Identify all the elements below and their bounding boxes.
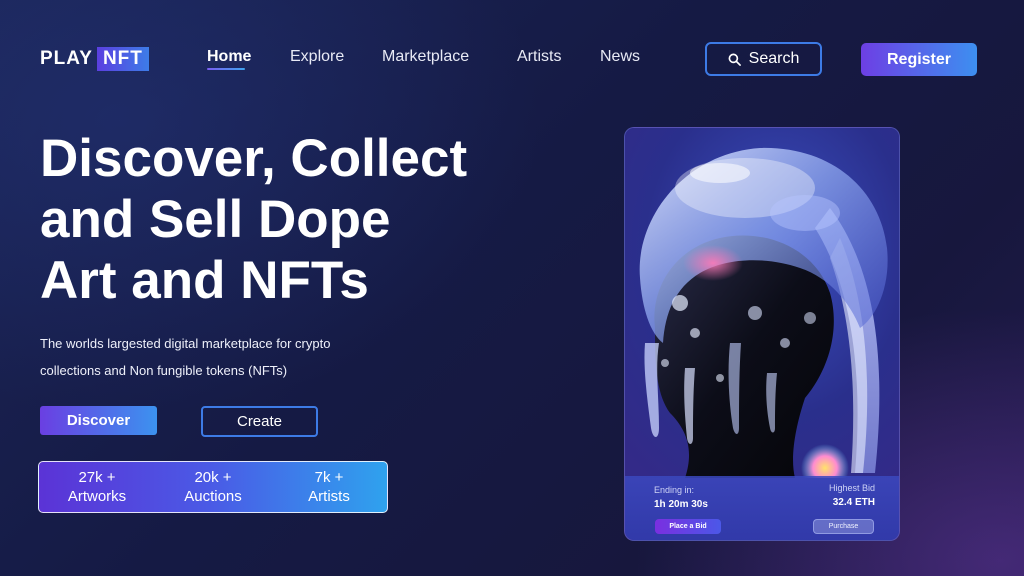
nft-artwork-image xyxy=(625,128,899,478)
stat-value: 7k + xyxy=(314,469,344,486)
search-icon xyxy=(728,53,741,66)
logo-nft-badge: NFT xyxy=(96,47,149,71)
headline-line: Discover, Collect xyxy=(40,129,468,188)
subtitle-line: The worlds largested digital marketplace… xyxy=(40,336,331,351)
hero-headline: Discover, Collect and Sell Dope Art and … xyxy=(40,128,520,311)
search-button[interactable]: Search xyxy=(705,42,822,76)
ending-label: Ending in: xyxy=(654,485,695,495)
discover-button[interactable]: Discover xyxy=(40,406,157,435)
stats-panel: 27k + Artworks 20k + Auctions 7k + Artis… xyxy=(38,461,388,513)
purchase-button[interactable]: Purchase xyxy=(813,519,874,534)
register-button[interactable]: Register xyxy=(861,43,977,76)
headline-line: Art and NFTs xyxy=(40,251,369,310)
ending-countdown: 1h 20m 30s xyxy=(654,499,708,510)
create-button[interactable]: Create xyxy=(201,406,318,437)
logo[interactable]: PLAY NFT xyxy=(40,47,149,71)
nav-active-indicator xyxy=(207,68,245,70)
nav-home[interactable]: Home xyxy=(207,48,251,66)
nav-explore[interactable]: Explore xyxy=(290,48,344,66)
nft-card[interactable]: Ending in: 1h 20m 30s Highest Bid 32.4 E… xyxy=(624,127,900,541)
subtitle-line: collections and Non fungible tokens (NFT… xyxy=(40,363,288,378)
hero-subtitle: The worlds largested digital marketplace… xyxy=(40,330,420,384)
place-bid-button[interactable]: Place a Bid xyxy=(655,519,721,534)
headline-line: and Sell Dope xyxy=(40,190,391,249)
stat-value: 27k + xyxy=(78,469,116,486)
nft-card-info: Ending in: 1h 20m 30s Highest Bid 32.4 E… xyxy=(625,476,899,540)
stat-auctions: 20k + Auctions xyxy=(155,468,271,506)
search-label: Search xyxy=(748,50,800,67)
nav-artists[interactable]: Artists xyxy=(517,48,561,66)
nav-marketplace[interactable]: Marketplace xyxy=(382,48,469,66)
stat-label: Artists xyxy=(308,488,350,505)
stat-value: 20k + xyxy=(194,469,232,486)
stat-label: Artworks xyxy=(67,488,127,505)
highest-bid-value: 32.4 ETH xyxy=(832,497,875,508)
nav-news[interactable]: News xyxy=(600,48,640,66)
stat-artworks: 27k + Artworks xyxy=(39,468,155,506)
logo-play-text: PLAY xyxy=(40,48,93,69)
highest-bid-label: Highest Bid xyxy=(828,483,875,493)
stat-label: Auctions xyxy=(184,488,242,505)
stat-artists: 7k + Artists xyxy=(271,468,387,506)
